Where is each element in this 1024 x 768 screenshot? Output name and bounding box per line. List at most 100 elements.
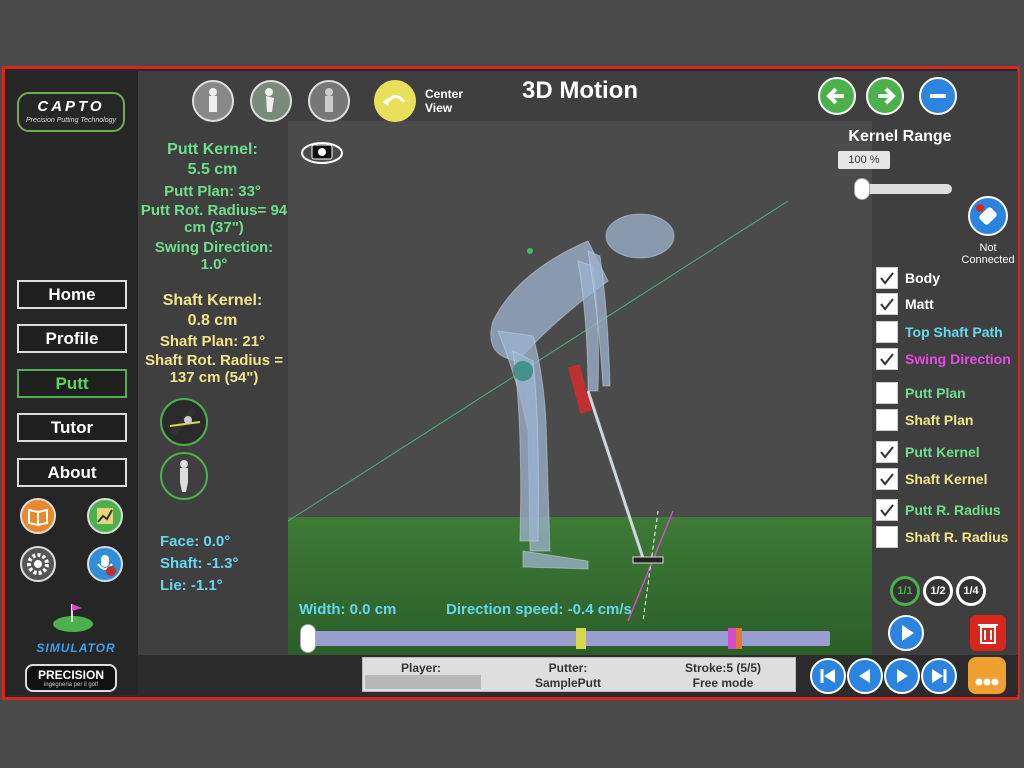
speed-half-button[interactable]: 1/2	[923, 576, 953, 606]
putt-button[interactable]: Putt	[17, 369, 127, 398]
speed-quarter-button[interactable]: 1/4	[956, 576, 986, 606]
layer-checkbox-shaft-r-radius[interactable]	[876, 526, 898, 548]
tutor-button[interactable]: Tutor	[17, 413, 127, 442]
layer-label: Putt Kernel	[905, 444, 980, 460]
player-value	[365, 675, 481, 689]
width-value: Width: 0.0 cm	[299, 601, 397, 618]
golfer-mode-icon[interactable]	[160, 452, 208, 500]
layer-checkbox-shaft-kernel[interactable]	[876, 468, 898, 490]
layer-checkbox-putt-plan[interactable]	[876, 382, 898, 404]
back-view-button[interactable]	[308, 80, 350, 122]
putter-label: Putter:	[548, 661, 588, 675]
mode-value: Free mode	[692, 676, 754, 690]
stroke-info-panel: Player: Putter: SamplePutt Stroke:5 (5/5…	[362, 657, 796, 692]
layer-label: Shaft Plan	[905, 412, 974, 428]
speed-full-button[interactable]: 1/1	[890, 576, 920, 606]
microphone-icon[interactable]	[87, 546, 123, 582]
kernel-range-value: 100 %	[838, 151, 890, 169]
layer-label: Swing Direction	[905, 351, 1011, 367]
gear-icon[interactable]	[20, 546, 56, 582]
layer-label: Top Shaft Path	[905, 324, 1003, 340]
next-icon[interactable]	[884, 658, 920, 694]
skip-to-start-icon[interactable]	[810, 658, 846, 694]
hip-marker	[513, 361, 533, 381]
camera-icon[interactable]	[300, 139, 343, 167]
3d-viewport[interactable]	[288, 121, 872, 655]
layer-checkbox-shaft-plan[interactable]	[876, 409, 898, 431]
face-angle: Face: 0.0°	[160, 533, 231, 550]
layer-checkbox-swing-direction[interactable]	[876, 348, 898, 370]
timeline-marker-yellow	[576, 628, 586, 649]
shaft-rot-radius: Shaft Rot. Radius = 137 cm (54")	[145, 352, 283, 386]
layer-label: Putt R. Radius	[905, 502, 1001, 518]
connection-status: Not Connected	[961, 242, 1015, 266]
shaft-plan: Shaft Plan: 21°	[159, 333, 266, 350]
shaft-kernel-value: 0.8 cm	[187, 312, 238, 329]
checkmark-icon	[880, 446, 894, 459]
putt-kernel-label: Putt Kernel:	[167, 141, 258, 158]
putter-shaft	[586, 390, 646, 562]
precision-text: PRECISION	[37, 668, 104, 682]
layer-checkbox-top-shaft-path[interactable]	[876, 321, 898, 343]
forward-arrow-icon[interactable]	[866, 77, 904, 115]
shaft-angle: Shaft: -1.3°	[160, 555, 239, 572]
layer-checkbox-putt-kernel[interactable]	[876, 441, 898, 463]
skip-to-end-icon[interactable]	[921, 658, 957, 694]
putt-rot-radius: Putt Rot. Radius= 94 cm (37")	[140, 202, 288, 236]
layer-checkbox-matt[interactable]	[876, 293, 898, 315]
speed-half-label: 1/2	[930, 585, 946, 597]
swing-direction-line	[627, 510, 674, 622]
lie-angle: Lie: -1.1°	[160, 577, 223, 594]
putter-head	[632, 556, 664, 564]
putt-plan: Putt Plan: 33°	[164, 183, 261, 200]
about-button[interactable]: About	[17, 458, 127, 487]
previous-icon[interactable]	[847, 658, 883, 694]
player-label: Player:	[401, 661, 442, 675]
center-view-button[interactable]	[374, 80, 416, 122]
layer-label: Shaft Kernel	[905, 471, 988, 487]
sensor-connect-icon[interactable]	[968, 196, 1008, 236]
layer-checkbox-putt-r-radius[interactable]	[876, 499, 898, 521]
kernel-range-label: Kernel Range	[848, 128, 952, 145]
direction-speed-value: Direction speed: -0.4 cm/s	[446, 601, 632, 618]
center-view-label: Center View	[425, 87, 464, 115]
side-view-button[interactable]	[250, 80, 292, 122]
layer-label: Body	[905, 270, 940, 286]
back-arrow-icon[interactable]	[818, 77, 856, 115]
home-button[interactable]: Home	[17, 280, 127, 309]
front-view-button[interactable]	[192, 80, 234, 122]
kernel-range-thumb[interactable]	[854, 178, 870, 200]
layer-checkbox-body[interactable]	[876, 267, 898, 289]
capto-logo: CAPTO Precision Putting Technology	[17, 92, 125, 132]
speed-quarter-label: 1/4	[963, 585, 979, 597]
book-icon[interactable]	[20, 498, 56, 534]
stroke-value: Stroke:5 (5/5)	[684, 661, 762, 675]
checkmark-icon	[880, 473, 894, 486]
speed-full-label: 1/1	[897, 585, 913, 597]
logo-subtitle: Precision Putting Technology	[25, 117, 117, 124]
putter-mode-icon[interactable]	[160, 398, 208, 446]
minus-icon[interactable]	[919, 77, 957, 115]
layer-label: Putt Plan	[905, 385, 966, 401]
precision-subtext: ingegneria per il golf	[43, 682, 99, 688]
timeline-thumb[interactable]	[300, 624, 316, 653]
checkmark-icon	[880, 272, 894, 285]
page-title: 3D Motion	[522, 77, 638, 104]
chart-icon[interactable]	[87, 498, 123, 534]
kernel-point	[527, 248, 533, 254]
checkmark-icon	[880, 353, 894, 366]
checkmark-icon	[880, 504, 894, 517]
putter-value: SamplePutt	[534, 676, 601, 690]
play-icon[interactable]	[888, 615, 924, 651]
profile-button[interactable]: Profile	[17, 324, 127, 353]
kernel-range-slider[interactable]	[854, 178, 952, 200]
putt-kernel-value: 5.5 cm	[187, 161, 238, 178]
layer-label: Matt	[905, 296, 934, 312]
more-options-icon[interactable]	[968, 657, 1006, 694]
simulator-label: SIMULATOR	[36, 641, 116, 655]
layer-label: Shaft R. Radius	[905, 529, 1009, 545]
shaft-kernel-label: Shaft Kernel:	[162, 292, 263, 309]
timeline-track[interactable]	[300, 624, 830, 653]
trash-icon[interactable]	[970, 615, 1006, 651]
simulator-icon[interactable]	[50, 598, 96, 638]
